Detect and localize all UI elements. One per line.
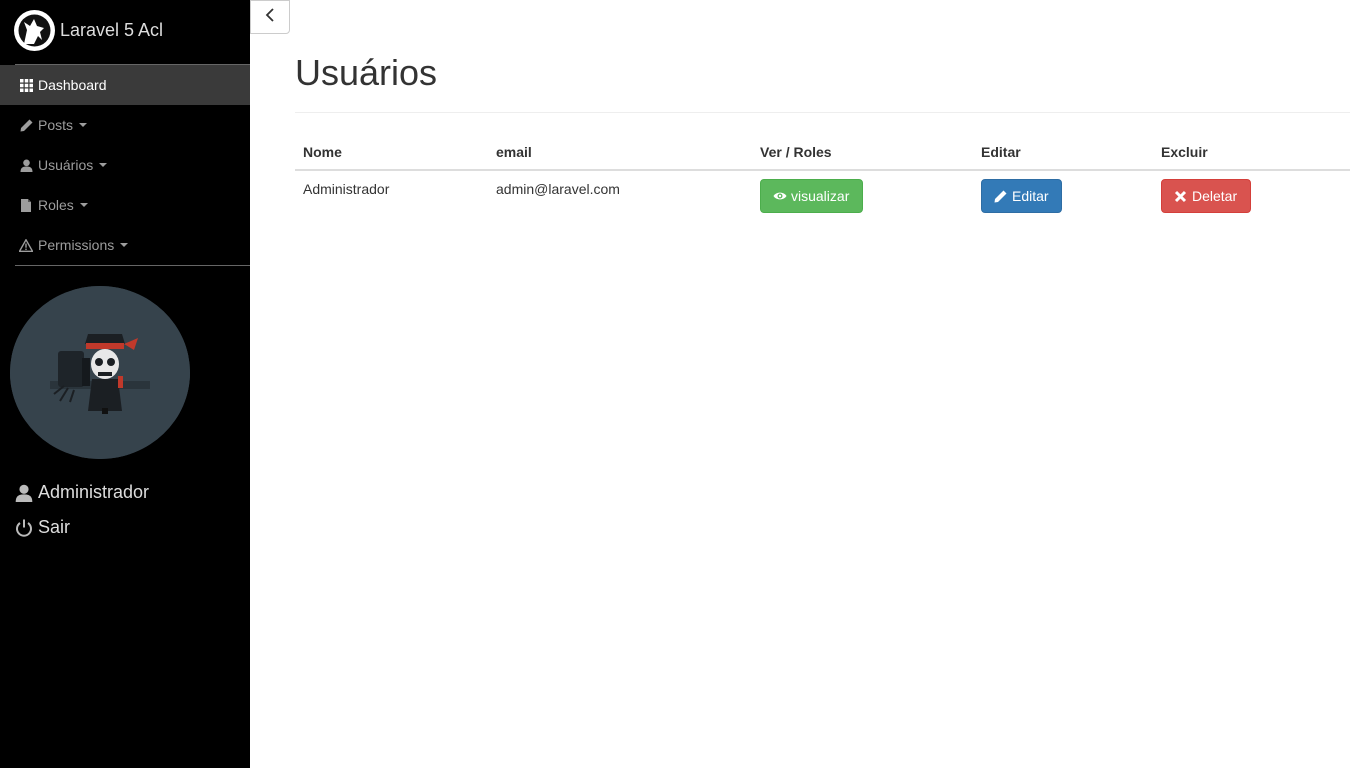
logout-link[interactable]: Sair xyxy=(15,517,70,538)
caret-down-icon xyxy=(79,203,88,207)
edit-button-label: Editar xyxy=(1012,188,1049,204)
warning-icon xyxy=(19,238,33,252)
column-header: Ver / Roles xyxy=(760,144,832,160)
column-header: Nome xyxy=(303,144,342,160)
user-icon xyxy=(19,158,33,172)
delete-button-label: Deletar xyxy=(1192,188,1238,204)
column-header: Excluir xyxy=(1161,144,1208,160)
users-table: Nome email Ver / Roles Editar Excluir Ad… xyxy=(295,132,1350,221)
column-header: email xyxy=(496,144,532,160)
eye-icon xyxy=(773,189,787,203)
caret-down-icon xyxy=(79,123,88,127)
times-circle-icon xyxy=(1174,189,1188,203)
caret-down-icon xyxy=(120,243,129,247)
brand[interactable]: Laravel 5 Acl xyxy=(14,9,163,51)
power-icon xyxy=(15,518,34,537)
sidebar-nav: Dashboard Posts Usuários Roles Permissio… xyxy=(0,65,250,265)
user-name-cell: Administrador xyxy=(303,181,390,197)
avatar xyxy=(10,286,190,459)
sidebar: Laravel 5 Acl Dashboard Posts Usuários R… xyxy=(0,0,250,768)
divider xyxy=(295,112,1350,113)
wolf-logo-icon xyxy=(14,9,55,51)
brand-title: Laravel 5 Acl xyxy=(60,19,164,40)
chevron-left-icon xyxy=(265,7,275,27)
divider xyxy=(15,265,250,266)
sidebar-toggle-button[interactable] xyxy=(250,0,290,34)
edit-button[interactable]: Editar xyxy=(981,179,1062,213)
sidebar-item-permissions[interactable]: Permissions xyxy=(0,225,250,265)
sidebar-item-label: Posts xyxy=(38,117,74,133)
sidebar-item-roles[interactable]: Roles xyxy=(0,185,250,225)
sidebar-item-posts[interactable]: Posts xyxy=(0,105,250,145)
sidebar-item-label: Usuários xyxy=(38,157,94,173)
pencil-icon xyxy=(19,118,33,132)
sidebar-item-dashboard[interactable]: Dashboard xyxy=(0,65,250,105)
page-title: Usuários xyxy=(295,52,438,93)
column-header: Editar xyxy=(981,144,1021,160)
table-header: Nome email Ver / Roles Editar Excluir xyxy=(295,132,1350,171)
user-name: Administrador xyxy=(38,482,150,502)
user-email-cell: admin@laravel.com xyxy=(496,181,620,197)
view-button-label: visualizar xyxy=(791,188,850,204)
sidebar-item-label: Roles xyxy=(38,197,74,213)
caret-down-icon xyxy=(99,163,108,167)
current-user[interactable]: Administrador xyxy=(15,482,149,503)
delete-button[interactable]: Deletar xyxy=(1161,179,1251,213)
grid-icon xyxy=(19,78,33,92)
sidebar-item-usuarios[interactable]: Usuários xyxy=(0,145,250,185)
pencil-icon xyxy=(994,189,1008,203)
user-icon xyxy=(15,483,34,502)
logout-label: Sair xyxy=(38,517,71,537)
sidebar-item-label: Permissions xyxy=(38,237,115,253)
view-button[interactable]: visualizar xyxy=(760,179,863,213)
file-icon xyxy=(19,198,33,212)
sidebar-item-label: Dashboard xyxy=(38,77,107,93)
table-row: Administrador admin@laravel.com visualiz… xyxy=(295,171,1350,221)
